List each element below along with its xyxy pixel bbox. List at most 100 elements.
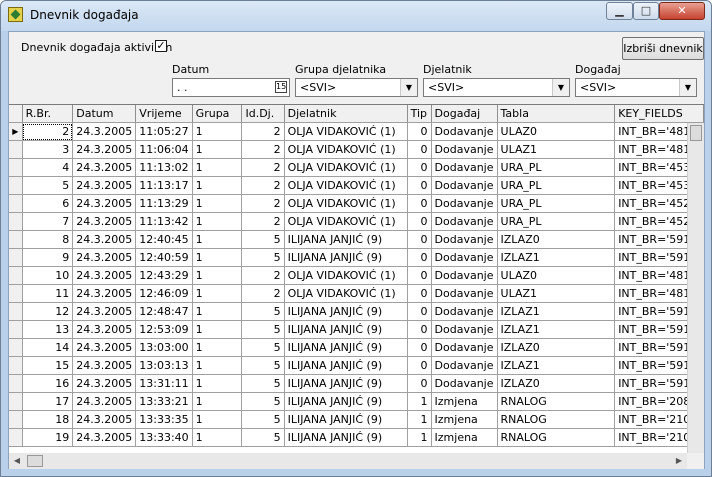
table-cell[interactable]: 1 — [192, 302, 243, 321]
table-cell[interactable]: Dodavanje — [431, 122, 498, 141]
current-row-indicator-icon[interactable]: ▶ — [9, 122, 23, 141]
table-cell[interactable]: 2 — [241, 194, 285, 213]
table-cell[interactable]: 5 — [241, 410, 285, 429]
table-cell[interactable]: IZLAZ1 — [497, 302, 616, 321]
table-cell[interactable]: 0 — [407, 194, 432, 213]
table-cell[interactable]: 6 — [22, 194, 74, 213]
table-cell[interactable]: Izmjena — [431, 392, 498, 411]
table-cell[interactable]: 24.3.2005 — [72, 176, 137, 195]
table-cell[interactable]: 5 — [241, 230, 285, 249]
table-cell[interactable]: ILIJANA JANJIĆ (9) — [284, 374, 408, 393]
table-cell[interactable]: 4 — [22, 158, 74, 177]
table-cell[interactable]: 1 — [192, 212, 243, 231]
table-row[interactable]: 16 24.3.2005 13:31:11 1 5 ILIJANA JANJIĆ (9) 0… — [9, 374, 704, 393]
table-cell[interactable]: Dodavanje — [431, 320, 498, 339]
title-bar[interactable]: Dnevnik događaja ▁ □ ✕ — [1, 1, 711, 31]
table-cell[interactable]: 13:33:35 — [135, 410, 193, 429]
table-cell[interactable]: ILIJANA JANJIĆ (9) — [284, 248, 408, 267]
table-cell[interactable]: 12:43:29 — [135, 266, 193, 285]
table-cell[interactable]: 0 — [407, 284, 432, 303]
table-cell[interactable]: 24.3.2005 — [72, 356, 137, 375]
table-cell[interactable]: 7 — [22, 212, 74, 231]
chevron-down-icon[interactable]: ▼ — [552, 79, 569, 96]
table-cell[interactable]: 24.3.2005 — [72, 248, 137, 267]
table-cell[interactable]: Dodavanje — [431, 230, 498, 249]
table-cell[interactable]: 13:33:40 — [135, 428, 193, 447]
row-indicator[interactable] — [9, 140, 23, 159]
horizontal-scrollbar[interactable]: ◀ ▶ — [9, 453, 687, 469]
column-header[interactable]: Datum — [72, 105, 137, 123]
table-cell[interactable]: 2 — [241, 266, 285, 285]
table-cell[interactable]: 12:46:09 — [135, 284, 193, 303]
table-cell[interactable]: ILIJANA JANJIĆ (9) — [284, 356, 408, 375]
table-row[interactable]: 10 24.3.2005 12:43:29 1 2 OLJA VIDAKOVIĆ (1) 0… — [9, 266, 704, 285]
table-cell[interactable]: 1 — [192, 122, 243, 141]
table-cell[interactable]: 1 — [407, 428, 432, 447]
table-cell[interactable]: 1 — [192, 428, 243, 447]
table-row[interactable]: 8 24.3.2005 12:40:45 1 5 ILIJANA JANJIĆ (9) 0 D… — [9, 230, 704, 249]
table-cell[interactable]: 17 — [22, 392, 74, 411]
horizontal-scroll-thumb[interactable] — [27, 455, 43, 467]
table-cell[interactable]: 5 — [241, 428, 285, 447]
table-cell[interactable]: 1 — [192, 176, 243, 195]
table-cell[interactable]: OLJA VIDAKOVIĆ (1) — [284, 176, 408, 195]
table-cell[interactable]: URA_PL — [497, 176, 616, 195]
table-cell[interactable]: ULAZ0 — [497, 122, 616, 141]
table-cell[interactable]: URA_PL — [497, 194, 616, 213]
table-cell[interactable]: 24.3.2005 — [72, 140, 137, 159]
row-indicator[interactable] — [9, 284, 23, 303]
table-cell[interactable]: 5 — [241, 248, 285, 267]
table-cell[interactable]: 13:31:11 — [135, 374, 193, 393]
table-cell[interactable]: OLJA VIDAKOVIĆ (1) — [284, 194, 408, 213]
table-cell[interactable]: 1 — [192, 374, 243, 393]
table-cell[interactable]: RNALOG — [497, 410, 616, 429]
table-row[interactable]: 7 24.3.2005 11:13:42 1 2 OLJA VIDAKOVIĆ (1) 0 D… — [9, 212, 704, 231]
table-cell[interactable]: 24.3.2005 — [72, 320, 137, 339]
row-indicator[interactable] — [9, 302, 23, 321]
vertical-scrollbar[interactable] — [687, 123, 704, 453]
table-cell[interactable]: ILIJANA JANJIĆ (9) — [284, 410, 408, 429]
column-header[interactable]: Djelatnik — [284, 105, 408, 123]
table-cell[interactable]: 13:03:00 — [135, 338, 193, 357]
table-row[interactable]: 13 24.3.2005 12:53:09 1 5 ILIJANA JANJIĆ (9) 0… — [9, 320, 704, 339]
table-cell[interactable]: 11 — [22, 284, 74, 303]
table-cell[interactable]: 2 — [241, 140, 285, 159]
table-row[interactable]: 3 24.3.2005 11:06:04 1 2 OLJA VIDAKOVIĆ (1) 0 D… — [9, 140, 704, 159]
table-cell[interactable]: 5 — [241, 374, 285, 393]
column-header[interactable]: Vrijeme — [135, 105, 193, 123]
table-cell[interactable]: 5 — [241, 320, 285, 339]
employee-select[interactable]: <SVI> ▼ — [423, 78, 570, 97]
table-cell[interactable]: 0 — [407, 320, 432, 339]
table-cell[interactable]: 15 — [22, 356, 74, 375]
table-cell[interactable]: 18 — [22, 410, 74, 429]
table-cell[interactable]: 1 — [192, 158, 243, 177]
table-cell[interactable]: 11:06:04 — [135, 140, 193, 159]
table-cell[interactable]: IZLAZ0 — [497, 338, 616, 357]
table-cell[interactable]: Izmjena — [431, 428, 498, 447]
table-cell[interactable]: 12 — [22, 302, 74, 321]
table-cell[interactable]: 13:03:13 — [135, 356, 193, 375]
table-cell[interactable]: 2 — [22, 122, 74, 141]
table-row[interactable]: 12 24.3.2005 12:48:47 1 5 ILIJANA JANJIĆ (9) 0… — [9, 302, 704, 321]
table-cell[interactable]: 13:33:21 — [135, 392, 193, 411]
table-cell[interactable]: Dodavanje — [431, 194, 498, 213]
table-cell[interactable]: 13 — [22, 320, 74, 339]
table-cell[interactable]: Dodavanje — [431, 302, 498, 321]
table-cell[interactable]: 0 — [407, 302, 432, 321]
table-row[interactable]: 6 24.3.2005 11:13:29 1 2 OLJA VIDAKOVIĆ (1) 0 D… — [9, 194, 704, 213]
table-row[interactable]: 19 24.3.2005 13:33:40 1 5 ILIJANA JANJIĆ (9) 1… — [9, 428, 704, 447]
table-cell[interactable]: IZLAZ1 — [497, 356, 616, 375]
table-cell[interactable]: 3 — [22, 140, 74, 159]
table-cell[interactable]: 24.3.2005 — [72, 284, 137, 303]
table-row[interactable]: ▶ 2 24.3.2005 11:05:27 1 2 OLJA VIDAKOVIĆ (1) 0… — [9, 122, 704, 141]
table-cell[interactable]: ILIJANA JANJIĆ (9) — [284, 428, 408, 447]
table-row[interactable]: 14 24.3.2005 13:03:00 1 5 ILIJANA JANJIĆ (9) 0… — [9, 338, 704, 357]
table-cell[interactable]: 9 — [22, 248, 74, 267]
row-indicator[interactable] — [9, 158, 23, 177]
column-header[interactable]: Id.Dj. — [241, 105, 285, 123]
row-indicator[interactable] — [9, 356, 23, 375]
table-cell[interactable]: 12:40:45 — [135, 230, 193, 249]
minimize-button[interactable]: ▁ — [606, 2, 633, 20]
table-cell[interactable]: 11:13:42 — [135, 212, 193, 231]
table-cell[interactable]: Dodavanje — [431, 248, 498, 267]
